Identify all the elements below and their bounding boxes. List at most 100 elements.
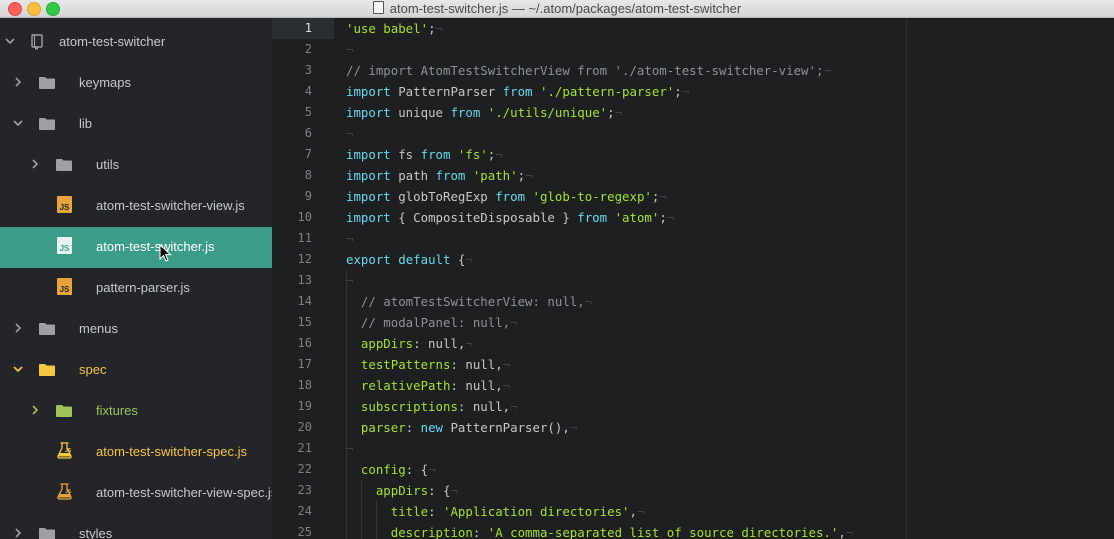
tree-item[interactable]: JS atom-test-switcher.js bbox=[0, 227, 272, 268]
tree-item[interactable]: utils bbox=[0, 145, 272, 186]
wrap-guide bbox=[906, 18, 907, 539]
line-number: 22 bbox=[297, 462, 312, 476]
svg-text:JS: JS bbox=[65, 489, 72, 495]
window-title: atom-test-switcher.js — ~/.atom/packages… bbox=[0, 0, 1114, 17]
js-file-icon: JS bbox=[57, 196, 72, 213]
line-number: 18 bbox=[297, 378, 312, 392]
line-number: 6 bbox=[304, 126, 312, 140]
code-line: config: {¬ bbox=[360, 462, 436, 477]
chevron-down-icon[interactable] bbox=[4, 34, 16, 48]
chevron-right-icon[interactable] bbox=[12, 75, 24, 89]
folder-icon bbox=[39, 118, 55, 130]
code-line: ¬ bbox=[346, 441, 354, 456]
code-line: appDirs: null,¬ bbox=[360, 336, 473, 351]
tree-view: atom-test-switcher keymaps lib utils JS atom… bbox=[0, 18, 272, 539]
tree-item[interactable]: styles bbox=[0, 514, 272, 539]
folder-icon bbox=[39, 77, 55, 89]
svg-text:JS: JS bbox=[65, 448, 72, 454]
code-line: // modalPanel: null,¬ bbox=[360, 315, 518, 330]
code-line: subscriptions: null,¬ bbox=[360, 399, 518, 414]
line-number: 5 bbox=[304, 105, 312, 119]
title-bar: atom-test-switcher.js — ~/.atom/packages… bbox=[0, 0, 1114, 18]
chevron-down-icon[interactable] bbox=[12, 362, 24, 376]
code-line: import PatternParser from './pattern-par… bbox=[346, 84, 690, 99]
tree-item-label: menus bbox=[79, 321, 119, 336]
tree-item-label: styles bbox=[79, 526, 113, 539]
tree-item[interactable]: JS atom-test-switcher-view-spec.js bbox=[0, 473, 272, 514]
line-number: 23 bbox=[297, 483, 312, 497]
tree-item[interactable]: spec bbox=[0, 350, 272, 391]
code-line: ¬ bbox=[346, 273, 354, 288]
code-line: import globToRegExp from 'glob-to-regexp… bbox=[346, 189, 667, 204]
tree-item[interactable]: menus bbox=[0, 309, 272, 350]
folder-icon bbox=[56, 159, 72, 171]
code-line: testPatterns: null,¬ bbox=[360, 357, 511, 372]
text-editor[interactable]: 1 2 3 4 5 6 7 8 9 10 11 12 13 14 15 16 17 18 19 20 21 22 23 24 2… bbox=[272, 18, 1114, 539]
tree-item-label: fixtures bbox=[96, 403, 138, 418]
tree-item-label: atom-test-switcher-view.js bbox=[96, 198, 245, 213]
svg-text:JS: JS bbox=[60, 285, 70, 294]
code-area[interactable]: 'use babel';¬ ¬ // import AtomTestSwitcher… bbox=[346, 18, 908, 539]
folder-icon bbox=[39, 364, 55, 376]
code-line: export default {¬ bbox=[346, 252, 473, 267]
flask-icon: JS bbox=[57, 483, 72, 500]
tree-item-label: pattern-parser.js bbox=[96, 280, 190, 295]
tree-root-label: atom-test-switcher bbox=[59, 34, 166, 49]
js-file-icon: JS bbox=[57, 278, 72, 295]
folder-icon bbox=[39, 528, 55, 539]
line-number: 10 bbox=[297, 210, 312, 224]
code-line: description: 'A comma-separated list of … bbox=[390, 525, 854, 539]
line-number: 21 bbox=[297, 441, 312, 455]
file-icon bbox=[372, 1, 384, 14]
tree-item-label: lib bbox=[79, 116, 93, 131]
tree-item-label: spec bbox=[79, 362, 107, 377]
line-number: 16 bbox=[297, 336, 312, 350]
tree-item[interactable]: JS pattern-parser.js bbox=[0, 268, 272, 309]
tree-item-label: atom-test-switcher-spec.js bbox=[96, 444, 247, 459]
code-line: import { CompositeDisposable } from 'ato… bbox=[346, 210, 675, 225]
chevron-right-icon[interactable] bbox=[12, 526, 24, 539]
tree-item[interactable]: JS atom-test-switcher-spec.js bbox=[0, 432, 272, 473]
tree-item[interactable]: lib bbox=[0, 104, 272, 145]
code-line: relativePath: null,¬ bbox=[360, 378, 511, 393]
code-line: parser: new PatternParser(),¬ bbox=[360, 420, 578, 435]
window-title-text: atom-test-switcher.js — ~/.atom/packages… bbox=[389, 1, 742, 16]
line-number: 25 bbox=[297, 525, 312, 539]
line-number: 11 bbox=[297, 231, 312, 245]
tree-item-label: utils bbox=[96, 157, 120, 172]
line-number: 14 bbox=[297, 294, 312, 308]
line-number: 8 bbox=[304, 168, 312, 182]
chevron-right-icon[interactable] bbox=[12, 321, 24, 335]
code-line: ¬ bbox=[346, 42, 354, 57]
repo-icon bbox=[30, 34, 46, 50]
tree-item[interactable]: keymaps bbox=[0, 63, 272, 104]
code-line: import unique from './utils/unique';¬ bbox=[346, 105, 623, 120]
line-number: 9 bbox=[304, 189, 312, 203]
line-number: 2 bbox=[304, 42, 312, 56]
svg-text:JS: JS bbox=[60, 244, 70, 253]
line-number-gutter: 1 2 3 4 5 6 7 8 9 10 11 12 13 14 15 16 17 18 19 20 21 22 23 24 2… bbox=[272, 18, 334, 539]
chevron-down-icon[interactable] bbox=[12, 116, 24, 130]
code-line: import path from 'path';¬ bbox=[346, 168, 533, 183]
chevron-right-icon[interactable] bbox=[29, 157, 41, 171]
tree-item[interactable]: JS atom-test-switcher-view.js bbox=[0, 186, 272, 227]
line-number: 3 bbox=[304, 63, 312, 77]
tree-item[interactable]: fixtures bbox=[0, 391, 272, 432]
code-line: // atomTestSwitcherView: null,¬ bbox=[360, 294, 593, 309]
tree-item-label: atom-test-switcher.js bbox=[96, 239, 215, 254]
tree-root[interactable]: atom-test-switcher bbox=[0, 22, 272, 63]
code-line: // import AtomTestSwitcherView from './a… bbox=[346, 63, 831, 78]
folder-icon bbox=[39, 323, 55, 335]
code-line: ¬ bbox=[346, 231, 354, 246]
tree-item-label: keymaps bbox=[79, 75, 132, 90]
code-line: 'use babel';¬ bbox=[346, 21, 443, 36]
line-number: 15 bbox=[297, 315, 312, 329]
line-number: 19 bbox=[297, 399, 312, 413]
line-number: 20 bbox=[297, 420, 312, 434]
line-number: 12 bbox=[297, 252, 312, 266]
chevron-right-icon[interactable] bbox=[29, 403, 41, 417]
line-number: 7 bbox=[304, 147, 312, 161]
tree-item-label: atom-test-switcher-view-spec.js bbox=[96, 485, 272, 500]
code-line: import fs from 'fs';¬ bbox=[346, 147, 503, 162]
code-line: ¬ bbox=[346, 126, 354, 141]
